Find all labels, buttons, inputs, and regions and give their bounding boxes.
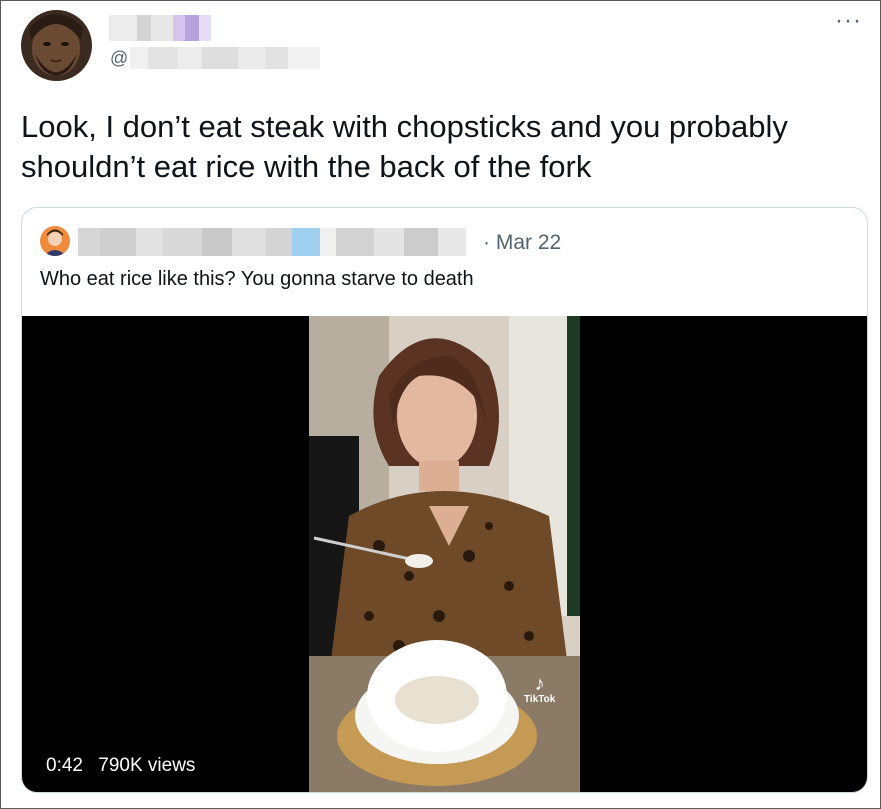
- tweet-text: Look, I don’t eat steak with chopsticks …: [21, 109, 788, 184]
- author-name-redacted: [109, 15, 229, 41]
- video-views: 790K views: [98, 755, 196, 776]
- more-options-icon[interactable]: ···: [835, 9, 862, 33]
- handle-at-sign: @: [110, 47, 129, 68]
- quoted-tweet[interactable]: · Mar 22 Who eat rice like this? You gon…: [21, 207, 868, 793]
- video-player[interactable]: ♪ TikTok 0:42 790K views: [22, 316, 867, 792]
- quoted-author-name-redacted: [78, 228, 488, 256]
- quoted-author-avatar[interactable]: [40, 226, 70, 256]
- video-thumbnail[interactable]: ♪ TikTok: [309, 316, 580, 792]
- quoted-tweet-text: Who eat rice like this? You gonna starve…: [40, 268, 474, 290]
- tweet-card: @ ··· Look, I don’t eat steak with chops…: [0, 0, 881, 809]
- video-duration: 0:42: [46, 755, 83, 776]
- quoted-tweet-date[interactable]: · Mar 22: [483, 229, 561, 257]
- video-stats: 0:42 790K views: [46, 754, 195, 778]
- tiktok-watermark: ♪ TikTok: [524, 673, 556, 705]
- author-handle-redacted: [130, 47, 321, 69]
- author-handle[interactable]: @: [110, 45, 321, 71]
- author-avatar[interactable]: [21, 10, 92, 81]
